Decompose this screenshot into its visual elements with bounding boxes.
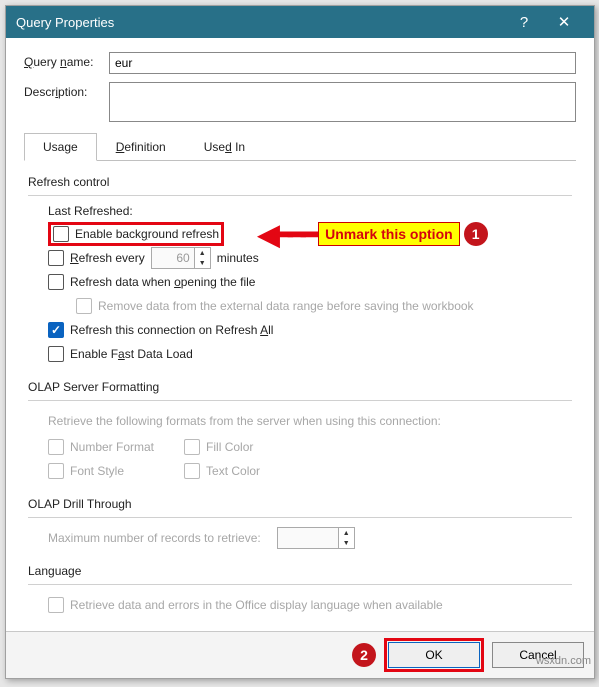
query-name-label: Query name: [24, 52, 109, 69]
refresh-on-open-label: Refresh data when opening the file [70, 275, 255, 289]
olap-drill-section: OLAP Drill Through Maximum number of rec… [28, 497, 572, 550]
tab-strip: Usage Definition Used In [24, 132, 576, 161]
minutes-label: minutes [217, 251, 259, 265]
watermark: wsxdn.com [536, 655, 591, 667]
description-label: Description: [24, 82, 109, 99]
refresh-every-spinner[interactable]: ▲▼ [151, 247, 211, 269]
tab-definition[interactable]: Definition [97, 133, 185, 161]
refresh-control-section: Refresh control Last Refreshed: Enable b… [28, 175, 572, 366]
section-title-language: Language [28, 564, 572, 578]
text-color-checkbox [184, 463, 200, 479]
dialog-content: Query name: Description: Usage Definitio… [6, 38, 594, 631]
query-properties-dialog: Query Properties ? ✕ Query name: Descrip… [5, 5, 595, 679]
olap-desc: Retrieve the following formats from the … [48, 409, 572, 433]
refresh-every-label: Refresh every [70, 251, 145, 265]
max-records-spinner: ▲▼ [277, 527, 355, 549]
refresh-every-checkbox[interactable] [48, 250, 64, 266]
max-records-label: Maximum number of records to retrieve: [48, 531, 261, 545]
refresh-on-open-checkbox[interactable] [48, 274, 64, 290]
description-input[interactable] [109, 82, 576, 122]
dialog-footer: 2 OK Cancel [6, 631, 594, 678]
refresh-all-checkbox[interactable] [48, 322, 64, 338]
last-refreshed-label: Last Refreshed: [48, 204, 572, 218]
annotation-badge-1: 1 [464, 222, 488, 246]
tab-usage[interactable]: Usage [24, 133, 97, 161]
titlebar: Query Properties ? ✕ [6, 6, 594, 38]
close-icon[interactable]: ✕ [544, 6, 584, 38]
ok-button[interactable]: OK [388, 642, 480, 668]
query-name-input[interactable] [109, 52, 576, 74]
section-title-olap-drill: OLAP Drill Through [28, 497, 572, 511]
fast-load-label: Enable Fast Data Load [70, 347, 193, 361]
arrow-icon: ◀━━━ [258, 218, 314, 251]
language-checkbox [48, 597, 64, 613]
chevron-up-icon: ▲ [339, 528, 354, 538]
annotation-label: Unmark this option [318, 222, 460, 246]
tab-panel: Refresh control Last Refreshed: Enable b… [24, 161, 576, 625]
section-title-olap-fmt: OLAP Server Formatting [28, 380, 572, 394]
enable-bg-refresh-label: Enable background refresh [75, 227, 219, 241]
help-icon[interactable]: ? [504, 6, 544, 38]
refresh-all-label: Refresh this connection on Refresh All [70, 323, 273, 337]
language-label: Retrieve data and errors in the Office d… [70, 598, 443, 612]
language-section: Language Retrieve data and errors in the… [28, 564, 572, 617]
enable-bg-refresh-checkbox[interactable] [53, 226, 69, 242]
section-title-refresh: Refresh control [28, 175, 572, 189]
dialog-title: Query Properties [16, 15, 504, 30]
number-format-checkbox [48, 439, 64, 455]
remove-data-label: Remove data from the external data range… [98, 299, 474, 313]
olap-formatting-section: OLAP Server Formatting Retrieve the foll… [28, 380, 572, 483]
fill-color-checkbox [184, 439, 200, 455]
chevron-down-icon: ▼ [339, 538, 354, 548]
annotation-badge-2: 2 [352, 643, 376, 667]
font-style-checkbox [48, 463, 64, 479]
chevron-down-icon[interactable]: ▼ [195, 258, 210, 268]
remove-data-checkbox [76, 298, 92, 314]
chevron-up-icon[interactable]: ▲ [195, 248, 210, 258]
fast-load-checkbox[interactable] [48, 346, 64, 362]
tab-used-in[interactable]: Used In [185, 133, 264, 161]
